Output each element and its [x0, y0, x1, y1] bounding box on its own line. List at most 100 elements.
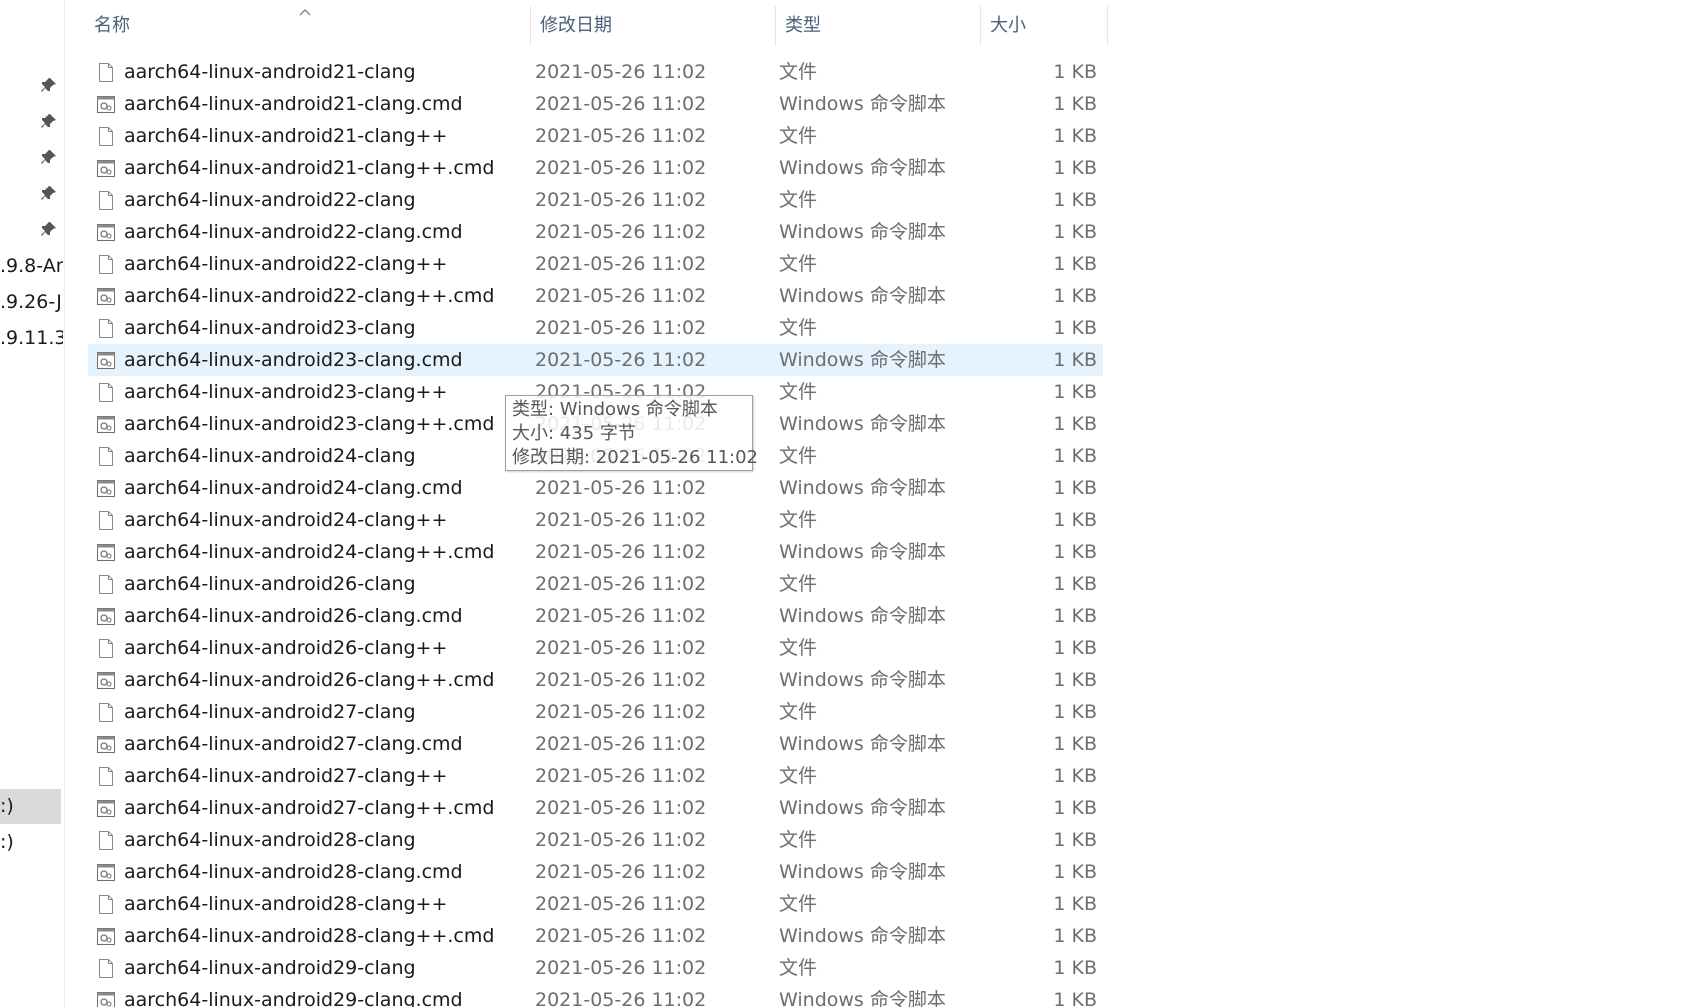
file-size: 1 KB: [1053, 509, 1097, 531]
table-row[interactable]: aarch64-linux-android28-clang++.cmd 2021-…: [88, 920, 1103, 952]
file-date: 2021-05-26 11:02: [535, 861, 707, 883]
table-row[interactable]: aarch64-linux-android26-clang 2021-05-26 …: [88, 568, 1103, 600]
file-size: 1 KB: [1053, 893, 1097, 915]
file-name: aarch64-linux-android23-clang: [124, 317, 416, 339]
file-type: 文件: [779, 61, 818, 83]
file-icon: [96, 62, 116, 83]
file-icon: [96, 894, 116, 915]
file-size: 1 KB: [1053, 221, 1097, 243]
file-rows: aarch64-linux-android21-clang 2021-05-26 …: [88, 56, 1108, 1007]
table-row[interactable]: aarch64-linux-android27-clang.cmd 2021-05…: [88, 728, 1103, 760]
file-date: 2021-05-26 11:02: [535, 317, 707, 339]
file-date: 2021-05-26 11:02: [535, 765, 707, 787]
nav-item-folder[interactable]: .9.26-JI: [0, 289, 63, 315]
table-row[interactable]: aarch64-linux-android28-clang++ 2021-05-2…: [88, 888, 1103, 920]
file-size: 1 KB: [1053, 573, 1097, 595]
file-date: 2021-05-26 11:02: [535, 221, 707, 243]
table-row[interactable]: aarch64-linux-android27-clang++.cmd 2021-…: [88, 792, 1103, 824]
table-row[interactable]: aarch64-linux-android21-clang 2021-05-26 …: [88, 56, 1103, 88]
table-row[interactable]: aarch64-linux-android29-clang 2021-05-26 …: [88, 952, 1103, 984]
file-size: 1 KB: [1053, 189, 1097, 211]
table-row[interactable]: aarch64-linux-android24-clang++ 2021-05-2…: [88, 504, 1103, 536]
file-size: 1 KB: [1053, 733, 1097, 755]
file-type: 文件: [779, 765, 818, 787]
file-icon: [96, 126, 116, 147]
file-name: aarch64-linux-android22-clang++: [124, 253, 448, 275]
file-type: Windows 命令脚本: [779, 541, 946, 563]
file-type: Windows 命令脚本: [779, 477, 946, 499]
file-type: 文件: [779, 701, 818, 723]
file-icon: [96, 702, 116, 723]
nav-item-drive[interactable]: :): [0, 829, 63, 855]
table-row[interactable]: aarch64-linux-android21-clang++.cmd 2021-…: [88, 152, 1103, 184]
file-size: 1 KB: [1053, 669, 1097, 691]
column-separator[interactable]: [980, 6, 981, 46]
table-row[interactable]: aarch64-linux-android26-clang++.cmd 2021-…: [88, 664, 1103, 696]
table-row[interactable]: aarch64-linux-android27-clang 2021-05-26 …: [88, 696, 1103, 728]
file-date: 2021-05-26 11:02: [535, 829, 707, 851]
tooltip-size: 大小: 435 字节: [512, 423, 636, 444]
column-separator[interactable]: [530, 6, 531, 46]
file-type: Windows 命令脚本: [779, 413, 946, 435]
column-header-size[interactable]: 大小: [990, 6, 1026, 46]
file-date: 2021-05-26 11:02: [535, 285, 707, 307]
column-separator[interactable]: [1107, 6, 1108, 46]
column-header-date[interactable]: 修改日期: [540, 6, 612, 46]
file-name: aarch64-linux-android24-clang++: [124, 509, 448, 531]
nav-item-folder[interactable]: .9.8-An: [0, 253, 63, 279]
file-date: 2021-05-26 11:02: [535, 733, 707, 755]
nav-item-drive[interactable]: :): [0, 793, 63, 819]
cmd-script-icon: [96, 414, 116, 435]
column-header-name[interactable]: 名称: [94, 6, 130, 46]
file-size: 1 KB: [1053, 861, 1097, 883]
column-header-type[interactable]: 类型: [785, 6, 821, 46]
table-row-selected[interactable]: aarch64-linux-android23-clang.cmd 2021-05…: [88, 344, 1103, 376]
table-row[interactable]: aarch64-linux-android22-clang 2021-05-26 …: [88, 184, 1103, 216]
file-name: aarch64-linux-android21-clang++.cmd: [124, 157, 495, 179]
file-size: 1 KB: [1053, 701, 1097, 723]
file-date: 2021-05-26 11:02: [535, 125, 707, 147]
file-date: 2021-05-26 11:02: [535, 925, 707, 947]
file-info-tooltip: 类型: Windows 命令脚本 大小: 435 字节 修改日期: 2021-0…: [505, 395, 758, 471]
cmd-script-icon: [96, 158, 116, 179]
file-name: aarch64-linux-android21-clang++: [124, 125, 448, 147]
table-row[interactable]: aarch64-linux-android21-clang.cmd 2021-05…: [88, 88, 1103, 120]
pin-icon[interactable]: [40, 184, 58, 202]
pin-icon[interactable]: [40, 112, 58, 130]
file-icon: [96, 574, 116, 595]
file-icon: [96, 254, 116, 275]
table-row[interactable]: aarch64-linux-android24-clang++.cmd 2021-…: [88, 536, 1103, 568]
file-name: aarch64-linux-android22-clang++.cmd: [124, 285, 495, 307]
pin-icon[interactable]: [40, 148, 58, 166]
table-row[interactable]: aarch64-linux-android28-clang.cmd 2021-05…: [88, 856, 1103, 888]
pin-icon[interactable]: [40, 76, 58, 94]
file-name: aarch64-linux-android22-clang: [124, 189, 416, 211]
table-row[interactable]: aarch64-linux-android22-clang++.cmd 2021-…: [88, 280, 1103, 312]
file-list: 名称 修改日期 类型 大小 aarch64-linux-android21-cl…: [88, 0, 1108, 1007]
table-row[interactable]: aarch64-linux-android26-clang++ 2021-05-2…: [88, 632, 1103, 664]
file-type: Windows 命令脚本: [779, 285, 946, 307]
file-type: 文件: [779, 957, 818, 979]
file-icon: [96, 958, 116, 979]
nav-item-folder[interactable]: .9.11.3-(: [0, 325, 63, 351]
file-size: 1 KB: [1053, 477, 1097, 499]
table-row[interactable]: aarch64-linux-android26-clang.cmd 2021-05…: [88, 600, 1103, 632]
table-row[interactable]: aarch64-linux-android24-clang.cmd 2021-05…: [88, 472, 1103, 504]
pin-icon[interactable]: [40, 220, 58, 238]
table-row[interactable]: aarch64-linux-android22-clang.cmd 2021-05…: [88, 216, 1103, 248]
file-type: Windows 命令脚本: [779, 797, 946, 819]
table-row[interactable]: aarch64-linux-android28-clang 2021-05-26 …: [88, 824, 1103, 856]
file-size: 1 KB: [1053, 957, 1097, 979]
table-row[interactable]: aarch64-linux-android21-clang++ 2021-05-2…: [88, 120, 1103, 152]
file-date: 2021-05-26 11:02: [535, 797, 707, 819]
table-row[interactable]: aarch64-linux-android27-clang++ 2021-05-2…: [88, 760, 1103, 792]
file-type: Windows 命令脚本: [779, 157, 946, 179]
file-type: Windows 命令脚本: [779, 669, 946, 691]
file-type: 文件: [779, 509, 818, 531]
file-size: 1 KB: [1053, 605, 1097, 627]
table-row[interactable]: aarch64-linux-android23-clang 2021-05-26 …: [88, 312, 1103, 344]
pane-divider[interactable]: [64, 0, 65, 1007]
table-row[interactable]: aarch64-linux-android29-clang.cmd 2021-05…: [88, 984, 1103, 1007]
column-separator[interactable]: [775, 6, 776, 46]
table-row[interactable]: aarch64-linux-android22-clang++ 2021-05-2…: [88, 248, 1103, 280]
